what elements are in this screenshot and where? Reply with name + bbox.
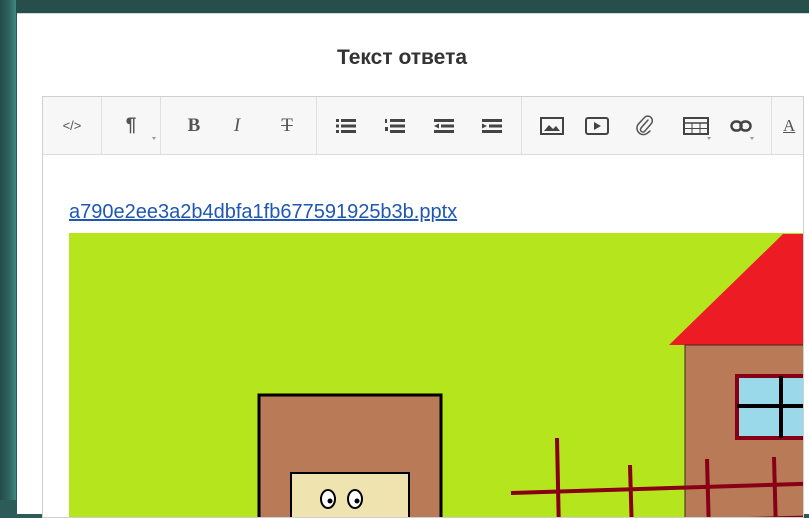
table-icon (683, 116, 709, 135)
bullet-list-button[interactable] (329, 97, 363, 154)
answer-panel: Текст ответа </> ¶ B I T A a790e2ee3a2b4… (17, 13, 809, 518)
character-pupil (327, 498, 333, 504)
chevron-down-icon (707, 137, 711, 140)
chevron-down-icon (750, 137, 754, 140)
character-eye (347, 489, 363, 509)
editor-toolbar: </> ¶ B I T A (43, 97, 803, 155)
chevron-down-icon (152, 137, 156, 140)
rich-text-editor[interactable]: </> ¶ B I T A a790e2ee3a2b4dbfa1fb677591… (42, 96, 804, 518)
indent-icon (482, 118, 502, 133)
insert-video-button[interactable] (580, 97, 614, 154)
strikethrough-button[interactable]: T (271, 97, 303, 154)
toolbar-separator (160, 97, 161, 154)
insert-table-button[interactable] (677, 97, 715, 154)
outdent-icon (434, 118, 454, 133)
insert-image-button[interactable] (535, 97, 569, 154)
toolbar-separator (771, 97, 772, 154)
toolbar-separator (521, 97, 522, 154)
pilcrow-icon: ¶ (125, 114, 137, 136)
italic-button[interactable]: I (221, 97, 253, 154)
panel-title: Текст ответа (336, 46, 468, 69)
attach-file-button[interactable] (627, 97, 661, 154)
outdent-button[interactable] (427, 97, 461, 154)
paperclip-icon (636, 114, 653, 135)
strikethrough-icon: T (281, 114, 293, 136)
editor-content[interactable]: a790e2ee3a2b4dbfa1fb677591925b3b.pptx (43, 155, 803, 517)
video-icon (585, 116, 609, 135)
attachment-link[interactable]: a790e2ee3a2b4dbfa1fb677591925b3b.pptx (69, 201, 457, 224)
text-color-icon: A (783, 115, 796, 135)
image-icon (540, 116, 564, 135)
character-eye (320, 489, 336, 509)
text-color-button[interactable]: A (783, 97, 803, 154)
link-icon (730, 119, 752, 132)
italic-icon: I (233, 114, 241, 136)
paragraph-format-button[interactable]: ¶ (102, 97, 160, 154)
indent-button[interactable] (475, 97, 509, 154)
bullet-list-icon (336, 118, 356, 133)
window-left-edge (0, 0, 16, 500)
numbered-list-button[interactable] (378, 97, 412, 154)
character-pupil (354, 498, 360, 504)
numbered-list-icon (385, 118, 405, 133)
toolbar-separator (316, 97, 317, 154)
embedded-drawing-image (69, 233, 803, 517)
html-source-button[interactable]: </> (43, 97, 101, 154)
window-top-strip (0, 0, 809, 14)
bold-icon: B (187, 114, 201, 136)
code-icon: </> (62, 118, 82, 133)
bold-button[interactable]: B (178, 97, 210, 154)
insert-link-button[interactable] (724, 97, 758, 154)
